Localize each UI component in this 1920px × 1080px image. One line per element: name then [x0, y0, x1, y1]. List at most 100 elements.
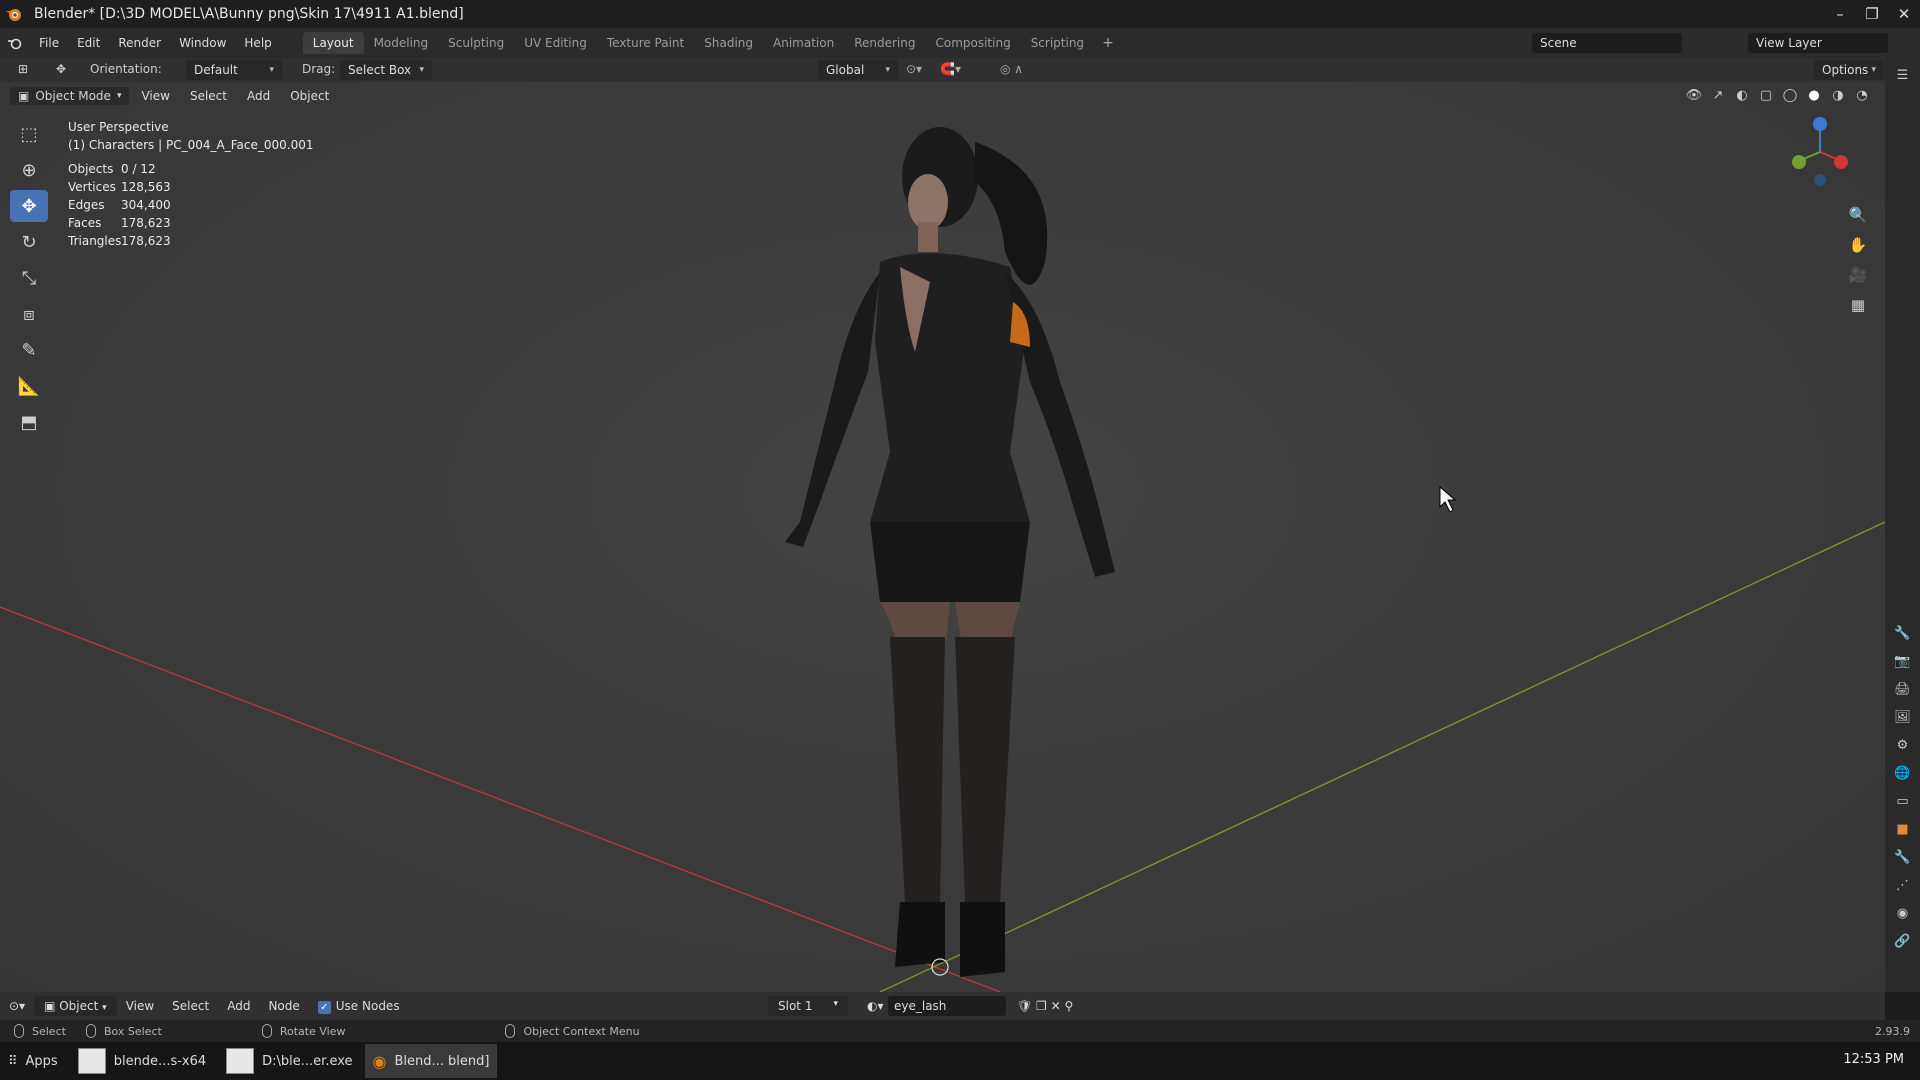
add-cube-tool-icon[interactable]: ⬒	[10, 406, 48, 438]
drag-dropdown[interactable]: Select Box ▾	[340, 60, 432, 80]
apps-button[interactable]: ⠿ Apps	[0, 1044, 66, 1078]
measure-tool-icon[interactable]: 📐	[10, 370, 48, 402]
menu-render[interactable]: Render	[109, 28, 170, 58]
transform-orientation-dropdown[interactable]: Global ▾	[818, 60, 898, 80]
tab-shading[interactable]: Shading	[694, 32, 763, 54]
viewport-menu-add[interactable]: Add	[239, 87, 278, 105]
node-object-label: Object	[59, 999, 99, 1013]
tab-uv-editing[interactable]: UV Editing	[514, 32, 597, 54]
node-menu-node[interactable]: Node	[259, 999, 308, 1013]
node-menu-view[interactable]: View	[117, 999, 163, 1013]
rendered-shading-icon[interactable]: ◔	[1853, 86, 1871, 104]
pivot-icon[interactable]: ⊙▾	[906, 62, 922, 76]
annotate-tool-icon[interactable]: ✎	[10, 334, 48, 366]
x-axis-handle	[1834, 155, 1848, 169]
zoom-icon[interactable]: 🔍	[1845, 202, 1871, 228]
particle-properties-icon[interactable]: ⋰	[1892, 874, 1914, 896]
orientation-value: Default	[194, 63, 238, 77]
tab-texture-paint[interactable]: Texture Paint	[597, 32, 694, 54]
visibility-icon[interactable]: 👁	[1685, 86, 1703, 104]
tab-rendering[interactable]: Rendering	[844, 32, 925, 54]
tool-properties-icon[interactable]: 🔧	[1892, 622, 1914, 644]
mouse-middle-icon	[261, 1024, 272, 1038]
orientation-dropdown[interactable]: Default ▾	[186, 60, 282, 80]
output-properties-icon[interactable]: 🖨	[1892, 678, 1914, 700]
material-name-field[interactable]: eye_lash	[888, 996, 1006, 1016]
view-layer-properties-icon[interactable]: 🖼	[1892, 706, 1914, 728]
mouse-left-icon	[14, 1024, 24, 1038]
scale-tool-icon[interactable]: ⤡	[10, 262, 48, 294]
scene-selector[interactable]: Scene	[1532, 33, 1682, 53]
tab-compositing[interactable]: Compositing	[925, 32, 1020, 54]
node-editor-type-icon[interactable]: ⊙▾	[0, 999, 34, 1013]
cursor-tool-icon[interactable]: ⊕	[10, 154, 48, 186]
select-box-tool-icon[interactable]: ⬚	[10, 118, 48, 150]
taskbar-item-active[interactable]: ◉ Blend... blend]	[364, 1044, 498, 1078]
snap-icon[interactable]: 🧲▾	[940, 62, 961, 76]
use-nodes-toggle[interactable]: ✓ Use Nodes	[309, 999, 409, 1014]
node-menu-select[interactable]: Select	[163, 999, 218, 1013]
gizmo-toggle-icon[interactable]: ↗	[1709, 86, 1727, 104]
camera-icon[interactable]: 🎥	[1845, 262, 1871, 288]
tab-animation[interactable]: Animation	[763, 32, 844, 54]
viewport-menu-view[interactable]: View	[133, 87, 177, 105]
menu-edit[interactable]: Edit	[68, 28, 109, 58]
constraint-properties-icon[interactable]: 🔗	[1892, 930, 1914, 952]
menu-window[interactable]: Window	[170, 28, 235, 58]
move-tool-icon[interactable]: ✥	[10, 190, 48, 222]
status-rotate-label: Rotate View	[279, 1024, 346, 1038]
editor-type-icon[interactable]: ⊞	[18, 62, 28, 76]
world-properties-icon[interactable]: 🌐	[1892, 762, 1914, 784]
options-label: Options	[1822, 63, 1869, 77]
mode-dropdown[interactable]: ▣ Object Mode ▾	[10, 87, 130, 105]
clock: 12:53 PM	[1843, 1052, 1904, 1067]
object-properties-icon[interactable]: ■	[1892, 818, 1914, 840]
drag-label: Drag:	[302, 62, 336, 76]
tab-sculpting[interactable]: Sculpting	[438, 32, 514, 54]
render-properties-icon[interactable]: 📷	[1892, 650, 1914, 672]
material-shading-icon[interactable]: ◑	[1829, 86, 1847, 104]
overlay-toggle-icon[interactable]: ◐	[1733, 86, 1751, 104]
chevron-down-icon: ▾	[885, 65, 890, 75]
taskbar-item[interactable]: D:\ble...er.exe	[218, 1044, 360, 1078]
viewport-menu-object[interactable]: Object	[282, 87, 337, 105]
xray-icon[interactable]: ▢	[1757, 86, 1775, 104]
node-menu-add[interactable]: Add	[218, 999, 259, 1013]
add-workspace-icon[interactable]: +	[1094, 35, 1122, 51]
pan-hand-icon[interactable]: ✋	[1845, 232, 1871, 258]
move-tool-icon: ✥	[56, 62, 67, 76]
blender-menu-icon[interactable]	[0, 36, 30, 50]
maximize-button[interactable]: ❐	[1856, 0, 1888, 28]
rotate-tool-icon[interactable]: ↻	[10, 226, 48, 258]
stat-row: Objects 0 / 12	[68, 160, 171, 178]
grid-perspective-icon[interactable]: ▦	[1845, 292, 1871, 318]
physics-properties-icon[interactable]: ◉	[1892, 902, 1914, 924]
taskbar-item[interactable]: blende...s-x64	[70, 1044, 214, 1078]
scene-properties-icon[interactable]: ⚙	[1892, 734, 1914, 756]
options-dropdown[interactable]: Options ▾	[1814, 60, 1884, 80]
slot-dropdown[interactable]: Slot 1 ▾	[768, 996, 848, 1016]
chevron-down-icon: ▾	[116, 91, 122, 101]
chevron-down-icon: ▾	[269, 65, 274, 75]
view-layer-selector[interactable]: View Layer	[1748, 33, 1888, 53]
drag-value: Select Box	[348, 63, 412, 77]
modifier-properties-icon[interactable]: 🔧	[1892, 846, 1914, 868]
close-button[interactable]: ✕	[1888, 0, 1920, 28]
menu-file[interactable]: File	[30, 28, 68, 58]
node-object-dropdown[interactable]: ▣ Object ▾	[34, 996, 117, 1016]
3d-viewport[interactable]: ▣ Object Mode ▾ View Select Add Object 👁…	[0, 82, 1885, 992]
collection-properties-icon[interactable]: ▭	[1892, 790, 1914, 812]
viewport-menu-select[interactable]: Select	[182, 87, 235, 105]
proportional-edit-icon[interactable]: ◎ ∧	[1000, 62, 1023, 76]
transform-tool-icon[interactable]: ⧈	[10, 298, 48, 330]
wireframe-shading-icon[interactable]: ◯	[1781, 86, 1799, 104]
menu-help[interactable]: Help	[235, 28, 280, 58]
navigation-gizmo[interactable]	[1785, 112, 1855, 192]
tab-modeling[interactable]: Modeling	[364, 32, 439, 54]
outliner-icon[interactable]: ☰	[1892, 64, 1914, 86]
solid-shading-icon[interactable]: ●	[1805, 86, 1823, 104]
minimize-button[interactable]: –	[1824, 0, 1856, 28]
tab-scripting[interactable]: Scripting	[1021, 32, 1094, 54]
material-actions-icons[interactable]: 🛡 ❐ ✕ ⚲	[1008, 999, 1082, 1013]
tab-layout[interactable]: Layout	[302, 32, 364, 54]
